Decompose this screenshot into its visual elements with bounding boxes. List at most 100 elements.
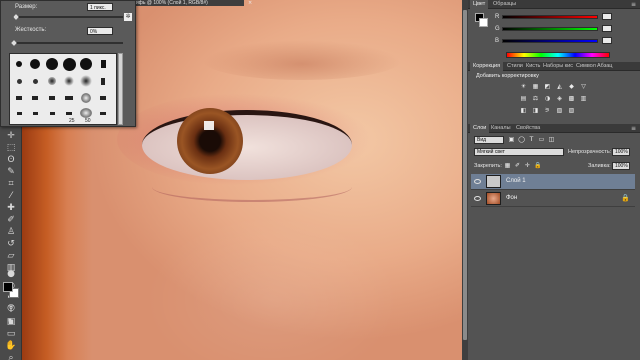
visibility-eye-icon[interactable]: [474, 196, 481, 201]
layer-filter-icon[interactable]: ◫: [548, 136, 555, 143]
brush-preset[interactable]: [28, 91, 42, 105]
foreground-color-swatch[interactable]: [3, 282, 13, 292]
layer-filter-icon[interactable]: T: [528, 136, 535, 143]
blur-tool-icon[interactable]: ●: [4, 268, 18, 280]
tab-properties[interactable]: Свойства: [513, 124, 543, 133]
zoom-tool-icon[interactable]: ⌕: [4, 352, 18, 360]
brush-preset[interactable]: [12, 107, 26, 119]
red-slider[interactable]: [502, 15, 598, 19]
brush-preset[interactable]: [45, 91, 59, 105]
layer-row-layer-1[interactable]: Слой 1: [471, 174, 635, 190]
eraser-tool-icon[interactable]: ▱: [4, 250, 18, 262]
gear-icon[interactable]: ✲: [124, 13, 132, 21]
marquee-tool-icon[interactable]: ⬚: [4, 142, 18, 154]
color-spectrum-ramp[interactable]: [506, 52, 610, 58]
layer-row-background[interactable]: Фон 🔒: [471, 191, 635, 207]
lock-option-icon[interactable]: 🔒: [534, 162, 541, 169]
close-icon[interactable]: ×: [248, 0, 252, 6]
brush-preset[interactable]: [79, 91, 93, 105]
adjustment-icon[interactable]: ▨: [568, 107, 575, 114]
green-slider[interactable]: [502, 27, 598, 31]
brush-preset[interactable]: [45, 107, 59, 119]
blue-slider[interactable]: [502, 39, 598, 43]
brush-preset[interactable]: [96, 91, 110, 105]
green-value-field[interactable]: [602, 25, 612, 32]
brush-preset[interactable]: [79, 74, 93, 88]
layer-filter-icon[interactable]: ▣: [508, 136, 515, 143]
canvas-scroll-thumb[interactable]: [463, 10, 467, 340]
adjustment-icon[interactable]: ◑: [544, 95, 551, 102]
adjustment-icon[interactable]: ⚖: [532, 95, 539, 102]
tab-swatches[interactable]: Образцы: [490, 0, 519, 9]
layer-filter-icon[interactable]: ▭: [538, 136, 545, 143]
healing-brush-tool-icon[interactable]: ✚: [4, 202, 18, 214]
background-color-swatch[interactable]: [479, 18, 488, 27]
adjustment-icon[interactable]: ◭: [556, 83, 563, 90]
brush-preset[interactable]: [45, 74, 59, 88]
brush-preset[interactable]: [96, 74, 110, 88]
lock-option-icon[interactable]: ▦: [504, 162, 511, 169]
brush-preset[interactable]: [45, 57, 59, 71]
brush-preset[interactable]: [62, 57, 76, 71]
layer-filter-kind-select[interactable]: Вид: [474, 136, 504, 144]
hardness-slider[interactable]: [13, 42, 123, 44]
adjustment-icon[interactable]: ◆: [568, 83, 575, 90]
adjustment-icon[interactable]: ◩: [544, 83, 551, 90]
layer-name[interactable]: Слой 1: [506, 178, 526, 184]
document-tab-title[interactable]: ифь @ 100% (Слой 1, RGB/8#): [136, 0, 244, 6]
panel-menu-icon[interactable]: ≡: [631, 125, 636, 132]
adjustment-icon[interactable]: ◈: [556, 95, 563, 102]
adjustment-icon[interactable]: ◨: [532, 107, 539, 114]
clone-stamp-tool-icon[interactable]: ♙: [4, 226, 18, 238]
brush-preset[interactable]: [28, 107, 42, 119]
lock-option-icon[interactable]: ✛: [524, 162, 531, 169]
hardness-field[interactable]: 0%: [87, 27, 113, 35]
red-value-field[interactable]: [602, 13, 612, 20]
move-tool-icon[interactable]: ✛: [4, 130, 18, 142]
brush-preset[interactable]: [62, 74, 76, 88]
color-swatches[interactable]: [3, 282, 19, 298]
blue-value-field[interactable]: [602, 37, 612, 44]
history-brush-tool-icon[interactable]: ↺: [4, 238, 18, 250]
layer-name[interactable]: Фон: [506, 195, 517, 201]
adjustment-icon[interactable]: ◧: [520, 107, 527, 114]
screen-mode-icon[interactable]: ▣: [4, 316, 18, 328]
adjustment-icon[interactable]: ⚞: [544, 107, 551, 114]
adjustment-icon[interactable]: ▦: [532, 83, 539, 90]
brush-preset[interactable]: [62, 91, 76, 105]
adjustment-icon[interactable]: ☀: [520, 83, 527, 90]
tab-paragraph[interactable]: Абзац: [594, 62, 615, 71]
panel-menu-icon[interactable]: ≡: [631, 1, 636, 8]
brush-preset-grid[interactable]: 25 50: [9, 53, 117, 125]
brush-preset[interactable]: [79, 57, 93, 71]
tab-layers[interactable]: Слои: [470, 124, 490, 133]
brush-preset[interactable]: [12, 57, 26, 71]
quick-mask-icon[interactable]: ◎: [4, 302, 18, 314]
shape-tool-icon[interactable]: ▭: [4, 328, 18, 340]
tab-adjustments[interactable]: Коррекция: [470, 62, 504, 71]
blend-mode-select[interactable]: Мягкий свет: [474, 148, 564, 156]
brush-preset[interactable]: [96, 107, 110, 119]
adjustment-icon[interactable]: ▽: [580, 83, 587, 90]
adjustment-icon[interactable]: ▤: [520, 95, 527, 102]
layer-filter-icon[interactable]: ◯: [518, 136, 525, 143]
brush-preset[interactable]: [12, 91, 26, 105]
crop-tool-icon[interactable]: ⌗: [4, 178, 18, 190]
brush-preset[interactable]: [28, 57, 42, 71]
brush-tool-icon[interactable]: ✐: [4, 214, 18, 226]
adjustment-icon[interactable]: ▩: [568, 95, 575, 102]
adjustment-icon[interactable]: ▥: [580, 95, 587, 102]
tab-channels[interactable]: Каналы: [488, 124, 514, 133]
lasso-tool-icon[interactable]: ʘ: [4, 154, 18, 166]
tab-brush-presets[interactable]: Наборы кис: [540, 62, 576, 71]
quick-select-tool-icon[interactable]: ✎: [4, 166, 18, 178]
brush-preset[interactable]: [96, 57, 110, 71]
size-field[interactable]: 1 пикс.: [87, 3, 113, 11]
visibility-eye-icon[interactable]: [474, 179, 481, 184]
eyedropper-tool-icon[interactable]: ⁄: [4, 190, 18, 202]
size-slider[interactable]: [13, 16, 123, 18]
brush-preset[interactable]: [28, 74, 42, 88]
lock-option-icon[interactable]: ✐: [514, 162, 521, 169]
hand-tool-icon[interactable]: ✋: [4, 340, 18, 352]
opacity-field[interactable]: 100%: [612, 148, 630, 156]
